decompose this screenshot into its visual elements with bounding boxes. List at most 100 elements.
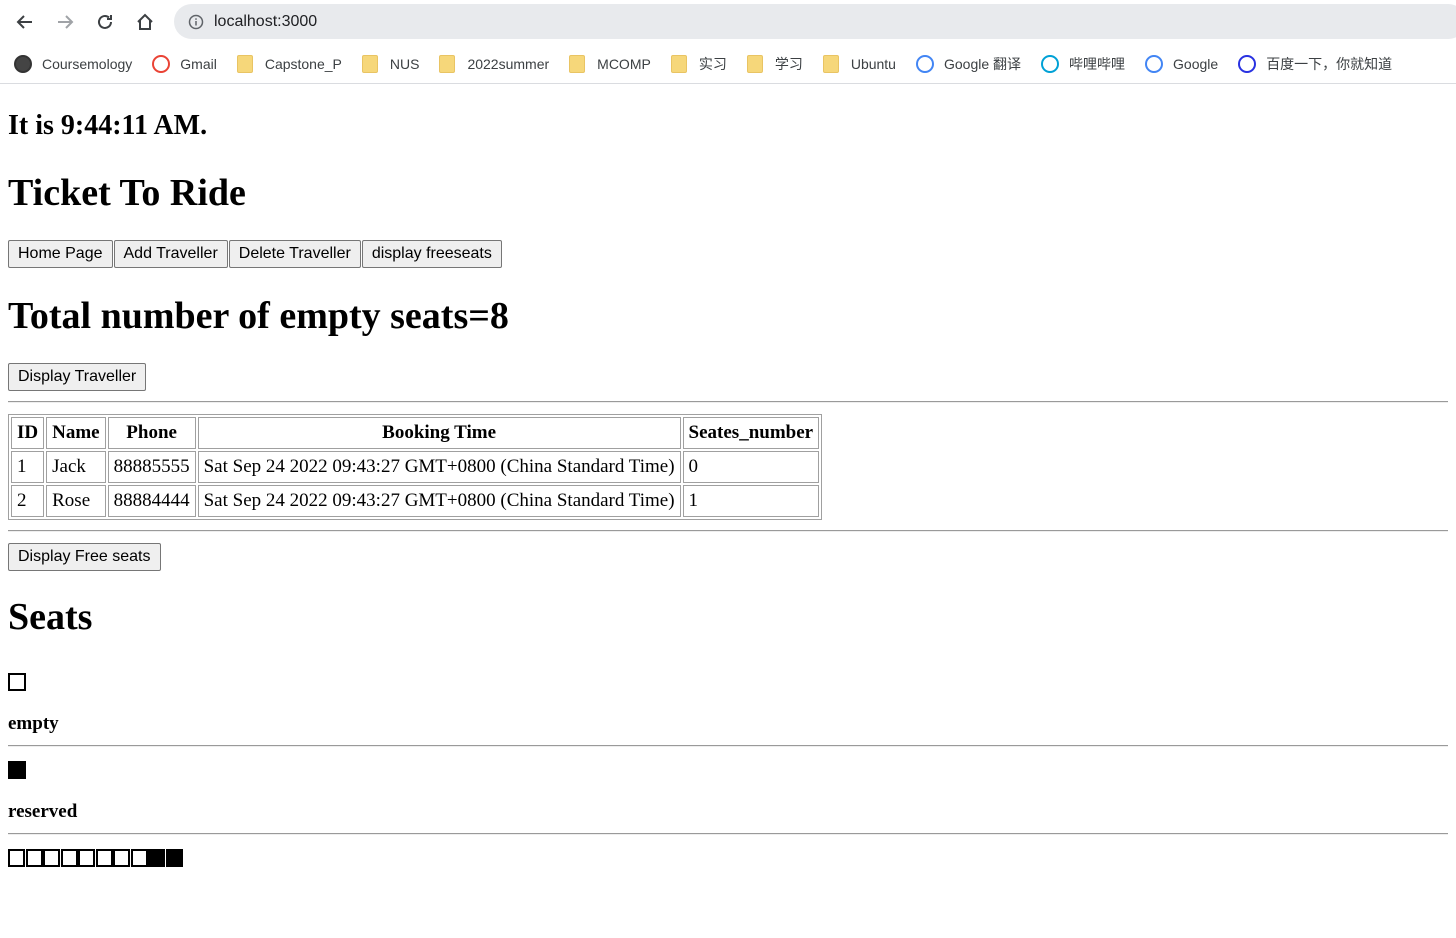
page-content: It is 9:44:11 AM. Ticket To Ride Home Pa… — [0, 109, 1456, 867]
empty-seat[interactable] — [8, 849, 25, 867]
bookmarks-bar: Coursemology Gmail Capstone_P NUS 2022summer… — [0, 44, 1456, 84]
bookmark-label: 实习 — [698, 55, 727, 72]
back-button[interactable] — [10, 7, 40, 37]
bookmark-item[interactable]: Ubuntu — [822, 54, 896, 73]
url-text: localhost:3000 — [214, 12, 318, 30]
folder-icon — [236, 54, 253, 73]
bookmark-label: Google 翻译 — [943, 55, 1022, 72]
header-name: Name — [46, 417, 106, 449]
cell-id: 2 — [11, 485, 45, 517]
bookmark-item[interactable]: 学习 — [746, 54, 803, 74]
reserved-seat[interactable] — [165, 849, 183, 867]
bilibili-icon — [1041, 54, 1060, 73]
empty-seat[interactable] — [25, 849, 43, 867]
add-traveller-button[interactable]: Add Traveller — [113, 240, 228, 268]
reserved-seat[interactable] — [148, 849, 165, 867]
empty-seat[interactable] — [43, 849, 60, 867]
display-free-seats-button[interactable]: Display Free seats — [8, 543, 161, 571]
legend-reserved-label: reserved — [8, 801, 78, 822]
bookmark-item[interactable]: Gmail — [152, 54, 217, 73]
folder-icon — [569, 54, 586, 73]
seat-map — [8, 849, 1448, 867]
empty-seat[interactable] — [130, 849, 148, 867]
table-row: 2 Rose 88884444 Sat Sep 24 2022 09:43:27… — [11, 485, 820, 517]
bookmark-item[interactable]: 百度一下，你就知道 — [1238, 54, 1392, 74]
traveller-table: ID Name Phone Booking Time Seates_number… — [8, 414, 823, 520]
nav-button-row: Home Page Add Traveller Delete Traveller… — [8, 240, 1448, 268]
bookmark-label: Gmail — [180, 55, 217, 72]
bookmark-item[interactable]: NUS — [361, 54, 419, 73]
gmail-icon — [152, 54, 171, 73]
delete-traveller-button[interactable]: Delete Traveller — [228, 240, 361, 268]
legend-empty-label: empty — [8, 713, 59, 734]
empty-seat[interactable] — [78, 849, 95, 867]
arrow-left-icon — [16, 15, 32, 29]
bookmark-item[interactable]: Capstone_P — [236, 54, 342, 73]
table-row: 1 Jack 88885555 Sat Sep 24 2022 09:43:27… — [11, 451, 820, 483]
table-header-row: ID Name Phone Booking Time Seates_number — [11, 417, 820, 449]
reserved-seat-legend-icon — [8, 761, 26, 779]
seats-heading: Seats — [8, 596, 93, 638]
folder-icon — [439, 54, 456, 73]
divider — [8, 745, 1448, 747]
home-icon — [137, 13, 153, 30]
home-button[interactable] — [130, 7, 160, 37]
cell-seats-number: 0 — [682, 451, 820, 483]
bookmark-item[interactable]: 哔哩哔哩 — [1041, 54, 1125, 74]
folder-icon — [670, 54, 687, 73]
browser-toolbar: localhost:3000 — [0, 0, 1456, 44]
bookmark-item[interactable]: Coursemology — [14, 54, 133, 73]
empty-seat[interactable] — [113, 849, 130, 867]
display-freeseats-button[interactable]: display freeseats — [361, 240, 502, 268]
bookmark-label: 哔哩哔哩 — [1069, 55, 1126, 72]
empty-seats-heading: Total number of empty seats=8 — [8, 295, 509, 337]
cell-booking-time: Sat Sep 24 2022 09:43:27 GMT+0800 (China… — [197, 451, 681, 483]
page-title: Ticket To Ride — [8, 172, 246, 214]
cell-id: 1 — [11, 451, 45, 483]
bookmark-label: 2022summer — [467, 55, 550, 72]
bookmark-item[interactable]: 2022summer — [439, 54, 550, 73]
arrow-right-icon — [58, 15, 74, 29]
cell-booking-time: Sat Sep 24 2022 09:43:27 GMT+0800 (China… — [197, 485, 681, 517]
reload-icon — [98, 14, 112, 29]
empty-seat[interactable] — [60, 849, 78, 867]
folder-icon — [746, 54, 763, 73]
header-seats-number: Seates_number — [682, 417, 820, 449]
cell-phone: 88884444 — [107, 485, 196, 517]
info-icon — [188, 14, 204, 29]
google-translate-icon — [915, 54, 934, 73]
empty-seat-legend-icon — [8, 673, 26, 691]
clock-text: It is 9:44:11 AM. — [8, 110, 208, 141]
folder-icon — [361, 54, 378, 73]
bookmark-item[interactable]: MCOMP — [569, 54, 651, 73]
bookmark-label: Capstone_P — [264, 55, 342, 72]
folder-icon — [822, 54, 839, 73]
reload-button[interactable] — [90, 7, 120, 37]
bookmark-label: Coursemology — [42, 55, 133, 72]
divider — [8, 530, 1448, 532]
bookmark-label: 百度一下，你就知道 — [1266, 55, 1393, 72]
bookmark-label: Ubuntu — [850, 55, 896, 72]
cell-phone: 88885555 — [107, 451, 196, 483]
header-phone: Phone — [107, 417, 196, 449]
google-icon — [1145, 54, 1164, 73]
bookmark-item[interactable]: 实习 — [670, 54, 727, 74]
header-id: ID — [11, 417, 45, 449]
cell-name: Jack — [46, 451, 106, 483]
home-page-button[interactable]: Home Page — [8, 240, 113, 268]
bookmark-label: 学习 — [774, 55, 803, 72]
baidu-icon — [1238, 54, 1257, 73]
divider — [8, 833, 1448, 835]
bookmark-item[interactable]: Google — [1145, 54, 1219, 73]
forward-button[interactable] — [50, 7, 80, 37]
cell-seats-number: 1 — [682, 485, 820, 517]
bookmark-label: Google — [1173, 55, 1219, 72]
bookmark-item[interactable]: Google 翻译 — [915, 54, 1022, 74]
header-booking-time: Booking Time — [197, 417, 681, 449]
empty-seat[interactable] — [95, 849, 113, 867]
divider — [8, 401, 1448, 403]
cell-name: Rose — [46, 485, 106, 517]
coursemology-icon — [14, 54, 32, 73]
address-bar[interactable]: localhost:3000 — [174, 4, 1456, 39]
display-traveller-button[interactable]: Display Traveller — [8, 363, 147, 391]
